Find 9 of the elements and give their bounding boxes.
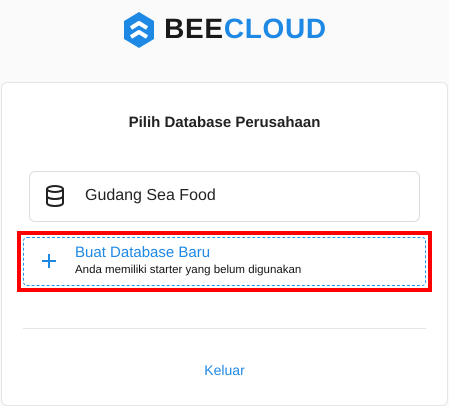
database-icon bbox=[45, 185, 65, 207]
logo-icon bbox=[122, 11, 156, 49]
logo-text: BEE bbox=[164, 15, 224, 43]
create-database-button[interactable]: Buat Database Baru Anda memiliki starter yang belum digunakan bbox=[23, 236, 426, 286]
database-item[interactable]: Gudang Sea Food bbox=[29, 170, 420, 222]
plus-icon bbox=[41, 253, 57, 269]
logout-link[interactable]: Keluar bbox=[204, 360, 245, 380]
logo-text: CLOUD bbox=[224, 15, 327, 43]
card-title: Pilih Database Perusahaan bbox=[128, 113, 320, 133]
